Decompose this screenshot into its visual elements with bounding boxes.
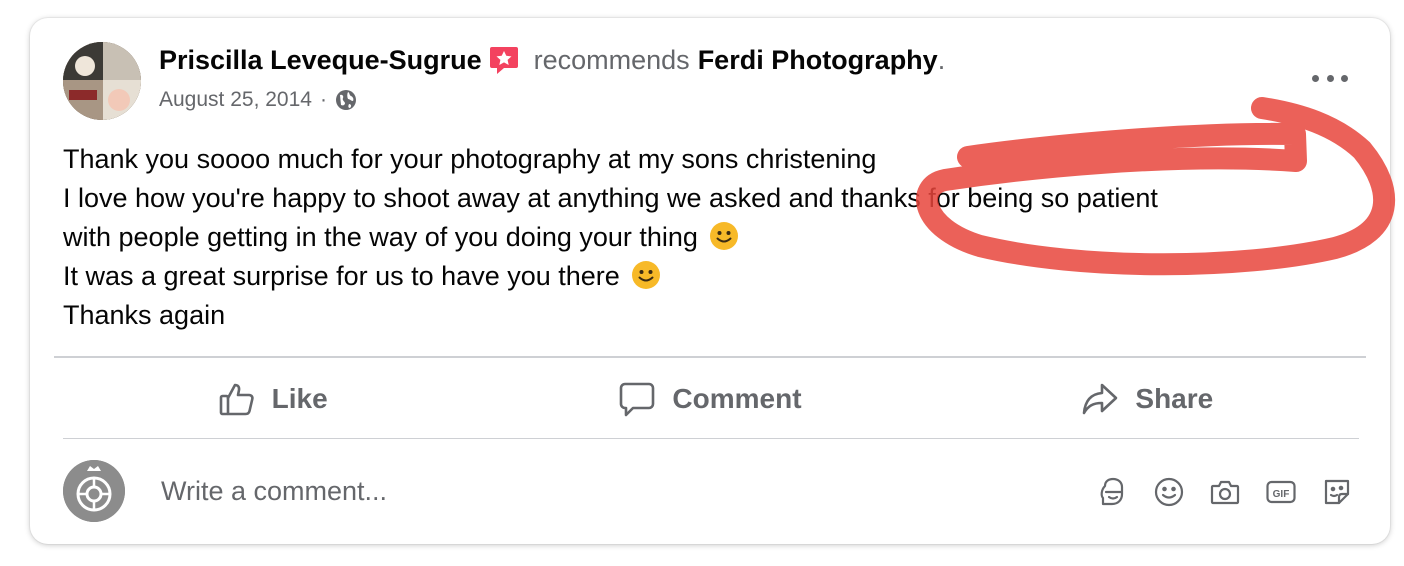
avatar-sticker-icon[interactable] (1097, 476, 1129, 508)
like-label: Like (271, 383, 328, 414)
more-dot (1341, 74, 1348, 82)
post-line-with-emoji: It was a great surprise for us to have y… (63, 257, 1363, 296)
more-dot (1312, 74, 1319, 82)
more-options-icon[interactable] (1312, 70, 1348, 86)
recommends-text: recommends (533, 44, 690, 75)
comment-icon (620, 382, 655, 417)
like-icon (219, 383, 254, 416)
share-label: Share (1135, 383, 1214, 414)
comment-input[interactable] (161, 472, 961, 510)
post-line-with-emoji: with people getting in the way of you do… (63, 218, 1363, 257)
author-name[interactable]: Priscilla Leveque-Sugrue (159, 45, 482, 76)
like-button[interactable]: Like (54, 380, 491, 418)
comment-label: Comment (672, 383, 802, 414)
post-header: Priscilla Leveque-Sugrue recommends Ferd… (159, 44, 945, 76)
divider-bottom (63, 438, 1359, 439)
recommend-badge-icon (488, 44, 520, 76)
emoji-icon[interactable] (1153, 476, 1185, 508)
post-line: I love how you're happy to shoot away at… (63, 183, 1158, 213)
globe-icon[interactable] (335, 89, 357, 111)
comment-composer: GIF (63, 458, 1353, 524)
share-button[interactable]: Share (929, 380, 1366, 418)
more-dot (1326, 74, 1334, 82)
smile-emoji-icon (632, 261, 661, 289)
sticker-icon[interactable] (1321, 476, 1353, 508)
page-name-link[interactable]: Ferdi Photography (698, 45, 938, 76)
post-meta: August 25, 2014 · (159, 88, 357, 112)
sentence-period: . (937, 44, 946, 75)
post-line-text: It was a great surprise for us to have y… (63, 261, 620, 291)
share-icon (1083, 383, 1118, 415)
post-line: Thanks again (63, 300, 226, 330)
meta-separator: · (319, 88, 327, 111)
gif-icon[interactable]: GIF (1265, 476, 1297, 508)
svg-text:GIF: GIF (1273, 489, 1290, 500)
post-date[interactable]: August 25, 2014 (159, 88, 312, 112)
post-line-text: with people getting in the way of you do… (63, 222, 698, 252)
smile-emoji-icon (710, 222, 739, 250)
current-user-avatar[interactable] (63, 460, 125, 522)
comment-tools: GIF (1097, 476, 1353, 508)
author-avatar[interactable] (63, 42, 141, 120)
comment-button[interactable]: Comment (491, 380, 928, 418)
post-line: Thank you soooo much for your photograph… (63, 144, 877, 174)
action-bar: Like Comment Share (54, 358, 1366, 440)
camera-icon[interactable] (1209, 476, 1241, 508)
post-body: Thank you soooo much for your photograph… (63, 140, 1363, 335)
post-card: Priscilla Leveque-Sugrue recommends Ferd… (30, 18, 1390, 544)
